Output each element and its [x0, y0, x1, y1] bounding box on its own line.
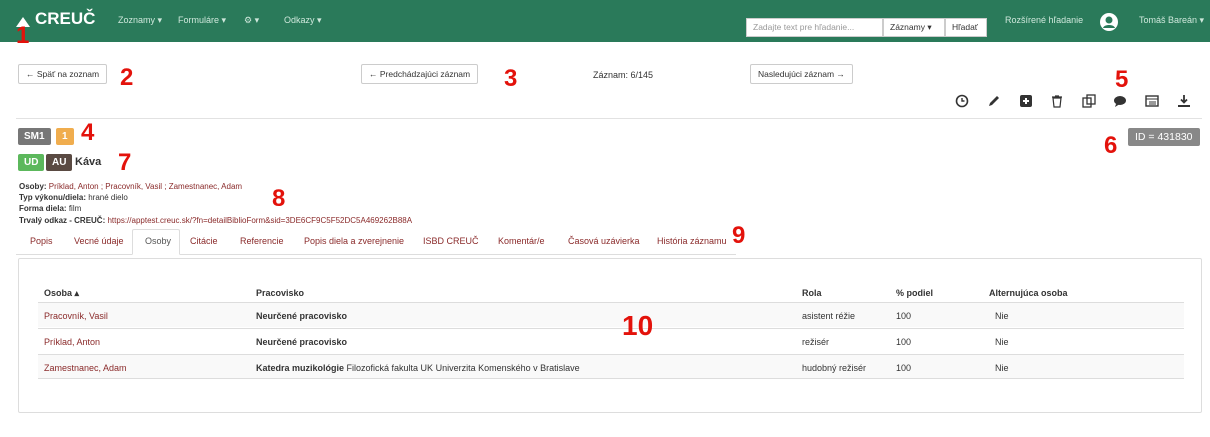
marker-4: 4: [81, 119, 95, 146]
tab-isbd[interactable]: ISBD CREUČ: [423, 236, 479, 246]
divider: [16, 118, 1202, 119]
next-record-button[interactable]: Nasledujúci záznam →: [750, 64, 853, 84]
col-rola: Rola: [802, 288, 822, 298]
tabs-underline: [16, 254, 736, 255]
row2-osoba[interactable]: Príklad, Anton: [44, 337, 100, 347]
au-badge: AU: [46, 154, 73, 171]
marker-5: 5: [1115, 66, 1129, 93]
marker-10: 10: [622, 310, 654, 341]
row2-pracovisko: Neurčené pracovisko: [256, 337, 348, 347]
row2-podiel: 100: [896, 337, 912, 347]
tab-referencie[interactable]: Referencie: [240, 236, 284, 246]
tab-popis-diela[interactable]: Popis diela a zverejnenie: [304, 236, 404, 246]
table-row: [38, 354, 1184, 379]
marker-7: 7: [118, 149, 132, 176]
advanced-search-link[interactable]: Rozšírené hľadanie: [1005, 15, 1083, 25]
marker-8: 8: [272, 185, 286, 212]
row3-alt: Nie: [995, 363, 1009, 373]
record-counter: Záznam: 6/145: [593, 70, 654, 80]
row1-podiel: 100: [896, 311, 912, 321]
comment-icon[interactable]: [1113, 94, 1127, 108]
copy-icon[interactable]: [1082, 94, 1096, 108]
marker-3: 3: [504, 65, 518, 92]
previous-record-button[interactable]: ← Predchádzajúci záznam: [361, 64, 479, 84]
delete-trash-icon[interactable]: [1050, 94, 1064, 108]
tab-popis[interactable]: Popis: [30, 236, 53, 246]
row1-pracovisko: Neurčené pracovisko: [256, 311, 348, 321]
tab-komentare[interactable]: Komentár/e: [498, 236, 545, 246]
record-type-badge: SM1: [18, 128, 51, 145]
user-menu[interactable]: Tomáš Bareán ▾: [1139, 15, 1204, 26]
menu-zoznamy[interactable]: Zoznamy ▾: [118, 15, 162, 26]
download-icon[interactable]: [1177, 94, 1191, 108]
history-clock-icon[interactable]: [955, 94, 969, 108]
record-title: Káva: [75, 156, 102, 168]
menu-settings[interactable]: ⚙ ▾: [244, 15, 259, 26]
back-to-list-button[interactable]: ← Späť na zoznam: [18, 64, 108, 84]
col-podiel: % podiel: [896, 288, 934, 298]
marker-1: 1: [16, 22, 30, 49]
menu-formulare[interactable]: Formuláre ▾: [178, 15, 226, 26]
meta-forma: Forma diela: film: [19, 204, 82, 213]
count-badge: 1: [56, 128, 74, 145]
row3-rola: hudobný režisér: [802, 363, 867, 373]
permalink[interactable]: https://apptest.creuc.sk/?fn=detailBibli…: [107, 216, 412, 225]
row1-rola: asistent réžie: [802, 311, 856, 321]
search-scope-select[interactable]: Záznamy ▾: [883, 18, 945, 37]
tab-citacie[interactable]: Citácie: [190, 236, 218, 246]
user-avatar-icon[interactable]: [1100, 13, 1118, 31]
top-navbar: CREUČ Zoznamy ▾ Formuláre ▾ ⚙ ▾ Odkazy ▾…: [0, 0, 1210, 42]
meta-osoby: Osoby: Príklad, Anton ; Pracovník, Vasil…: [19, 182, 243, 191]
search-input[interactable]: Zadajte text pre hľadanie...: [746, 18, 883, 37]
osoby-links[interactable]: Príklad, Anton ; Pracovník, Vasil ; Zame…: [49, 182, 242, 191]
row3-podiel: 100: [896, 363, 912, 373]
row2-rola: režisér: [802, 337, 830, 347]
marker-9: 9: [732, 222, 746, 249]
table-row: [38, 328, 1184, 353]
tab-osoby[interactable]: Osoby: [145, 236, 171, 246]
meta-permalink: Trvalý odkaz - CREUČ: https://apptest.cr…: [19, 216, 413, 225]
col-pracovisko: Pracovisko: [256, 288, 305, 298]
tab-casova-uzavierka[interactable]: Časová uzávierka: [568, 236, 640, 246]
edit-pencil-icon[interactable]: [987, 94, 1001, 108]
row3-osoba[interactable]: Zamestnanec, Adam: [44, 363, 127, 373]
marker-2: 2: [120, 64, 134, 91]
row2-alt: Nie: [995, 337, 1009, 347]
table-row: [38, 302, 1184, 327]
row1-alt: Nie: [995, 311, 1009, 321]
ud-badge: UD: [18, 154, 45, 171]
row3-pracovisko: Katedra muzikológie Filozofická fakulta …: [256, 363, 580, 373]
record-id-badge: ID = 431830: [1128, 128, 1200, 146]
brand-name[interactable]: CREUČ: [35, 9, 95, 29]
tab-vecne-udaje[interactable]: Vecné údaje: [74, 236, 124, 246]
row1-osoba[interactable]: Pracovník, Vasil: [44, 311, 108, 321]
search-button[interactable]: Hľadať: [945, 18, 987, 37]
meta-typ: Typ výkonu/diela: hrané dielo: [19, 193, 128, 202]
col-alternujuca: Alternujúca osoba: [989, 288, 1068, 298]
col-osoba[interactable]: Osoba ▴: [44, 288, 79, 299]
menu-odkazy[interactable]: Odkazy ▾: [284, 15, 322, 26]
tab-historia[interactable]: História záznamu: [657, 236, 727, 246]
marker-6: 6: [1104, 132, 1118, 159]
list-view-icon[interactable]: [1145, 94, 1159, 108]
add-icon[interactable]: [1019, 94, 1033, 108]
